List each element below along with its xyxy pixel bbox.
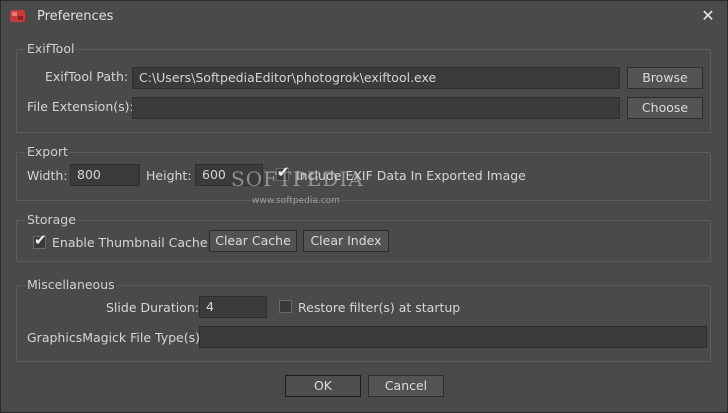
- choose-button[interactable]: Choose: [627, 97, 703, 119]
- miscellaneous-group-title: Miscellaneous: [25, 277, 117, 292]
- storage-group: Storage ✔ Enable Thumbnail Cache Clear C…: [16, 212, 711, 262]
- height-label: Height:: [146, 168, 192, 183]
- exiftool-group-title: ExifTool: [25, 41, 77, 56]
- clear-cache-button[interactable]: Clear Cache: [209, 230, 297, 252]
- slide-duration-label: Slide Duration:: [106, 300, 199, 315]
- preferences-dialog: Preferences ✕ ExifTool ExifTool Path: C:…: [0, 0, 728, 413]
- watermark-url: www.softpedia.com: [252, 196, 340, 206]
- window-title: Preferences: [37, 9, 114, 24]
- graphicsmagick-types-field[interactable]: [199, 326, 707, 348]
- restore-filters-checkbox[interactable]: [279, 300, 292, 313]
- browse-button[interactable]: Browse: [627, 67, 703, 89]
- close-icon[interactable]: ✕: [699, 7, 717, 25]
- checkmark-icon: ✔: [34, 231, 47, 249]
- graphicsmagick-types-label: GraphicsMagick File Type(s):: [27, 330, 205, 345]
- slide-duration-field[interactable]: 4: [199, 296, 267, 318]
- storage-group-title: Storage: [25, 212, 78, 227]
- exiftool-path-label: ExifTool Path:: [45, 69, 129, 84]
- watermark-brand: SOFTPEDIA: [231, 167, 364, 191]
- file-extension-field[interactable]: [132, 97, 620, 119]
- restore-filters-label: Restore filter(s) at startup: [298, 300, 461, 315]
- export-group-title: Export: [25, 144, 70, 159]
- thumbnail-cache-checkbox[interactable]: ✔: [33, 231, 47, 249]
- title-bar: Preferences ✕: [1, 1, 727, 33]
- width-label: Width:: [27, 168, 68, 183]
- exiftool-path-field[interactable]: C:\Users\SoftpediaEditor\photogrok\exift…: [132, 67, 620, 89]
- clear-index-button[interactable]: Clear Index: [303, 230, 389, 252]
- ok-button[interactable]: OK: [285, 375, 361, 397]
- exiftool-group: ExifTool ExifTool Path: C:\Users\Softped…: [16, 41, 711, 133]
- width-field[interactable]: 800: [70, 164, 140, 186]
- app-logo-icon: [10, 10, 25, 22]
- miscellaneous-group: Miscellaneous Slide Duration: 4 Restore …: [16, 277, 711, 362]
- thumbnail-cache-label: Enable Thumbnail Cache: [52, 235, 208, 250]
- file-extension-label: File Extension(s):: [27, 99, 134, 114]
- cancel-button[interactable]: Cancel: [368, 375, 444, 397]
